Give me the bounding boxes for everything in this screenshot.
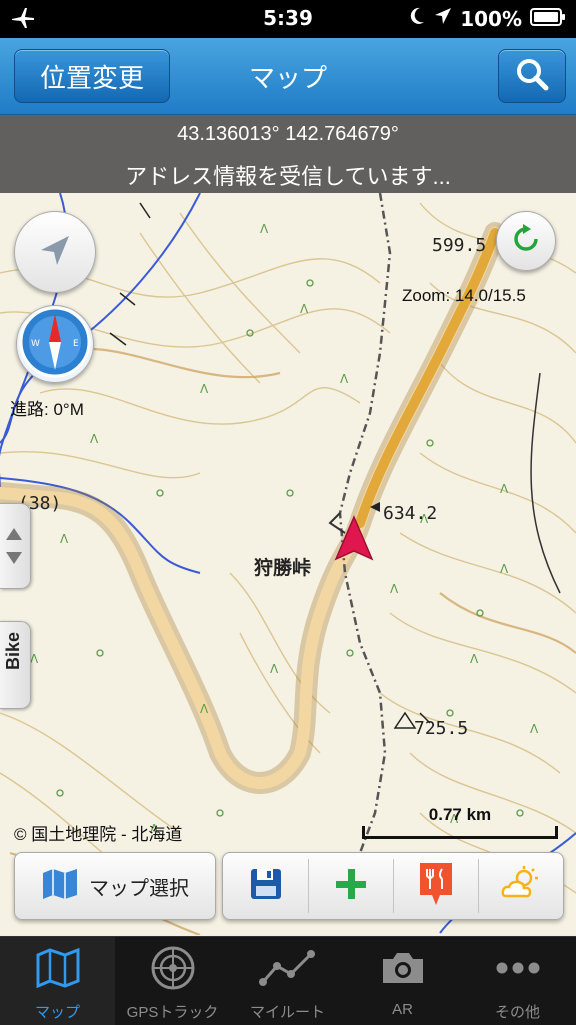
up-down-arrows-icon bbox=[4, 524, 24, 573]
svg-text:Λ: Λ bbox=[500, 482, 509, 496]
svg-text:Λ: Λ bbox=[340, 372, 349, 386]
coordinate-bar: 43.136013° 142.764679° アドレス情報を受信しています... bbox=[0, 115, 576, 193]
map-icon bbox=[35, 947, 81, 993]
compass-icon: W E bbox=[17, 304, 93, 385]
restaurant-pin-icon bbox=[416, 859, 456, 914]
svg-text:Λ: Λ bbox=[200, 702, 209, 716]
elevation-label: 725.5 bbox=[414, 718, 469, 739]
search-icon bbox=[514, 56, 550, 97]
moon-icon bbox=[408, 6, 426, 31]
tab-bar: マップ GPSトラック マイルート AR その他 bbox=[0, 936, 576, 1025]
plus-icon bbox=[333, 866, 369, 907]
svg-text:Λ: Λ bbox=[260, 222, 269, 236]
map-view[interactable]: ΛΛΛ ΛΛΛ ΛΛΛ ΛΛΛ ΛΛΛ ΛΛΛ 599.5 634.2 725.… bbox=[0, 193, 576, 935]
svg-text:Λ: Λ bbox=[470, 652, 479, 666]
svg-text:W: W bbox=[31, 339, 40, 349]
refresh-icon bbox=[509, 222, 543, 261]
current-position-marker bbox=[334, 515, 374, 568]
tab-gps-track-label: GPSトラック bbox=[126, 1004, 219, 1021]
page-title: マップ bbox=[248, 63, 327, 93]
elevation-label: 634.2 bbox=[383, 503, 438, 524]
tab-my-route-label: マイルート bbox=[249, 1004, 325, 1021]
more-icon bbox=[495, 961, 541, 980]
heading-readout: 進路: 0°M bbox=[10, 400, 84, 419]
navigation-bar: 位置変更 マップ bbox=[0, 38, 576, 115]
tab-map-label: マップ bbox=[34, 1004, 80, 1021]
bike-mode-tab[interactable]: Bike bbox=[0, 621, 31, 709]
action-toolbar bbox=[222, 852, 564, 920]
svg-text:Λ: Λ bbox=[300, 302, 309, 316]
restaurant-button[interactable] bbox=[393, 853, 478, 919]
layer-toggle-tab[interactable] bbox=[0, 503, 31, 589]
bike-mode-label: Bike bbox=[3, 632, 23, 671]
radar-icon bbox=[150, 945, 196, 996]
coordinates-text: 43.136013° 142.764679° bbox=[177, 123, 399, 145]
status-bar: 5:39 100% bbox=[0, 0, 576, 38]
address-status-text: アドレス情報を受信しています... bbox=[125, 164, 451, 189]
floppy-disk-icon bbox=[248, 866, 284, 907]
tab-map[interactable]: マップ bbox=[0, 937, 115, 1025]
svg-text:Λ: Λ bbox=[90, 432, 99, 446]
svg-text:E: E bbox=[73, 339, 79, 349]
tab-my-route[interactable]: マイルート bbox=[230, 937, 345, 1025]
map-select-label: マップ選択 bbox=[89, 877, 189, 900]
add-button[interactable] bbox=[308, 853, 393, 919]
place-name-label: 狩勝峠 bbox=[254, 557, 312, 579]
save-button[interactable] bbox=[223, 853, 308, 919]
svg-text:Λ: Λ bbox=[530, 722, 539, 736]
weather-button[interactable] bbox=[478, 853, 563, 919]
compass-button[interactable]: W E bbox=[16, 305, 94, 383]
svg-text:Λ: Λ bbox=[30, 652, 39, 666]
map-copyright: © 国土地理院 - 北海道 bbox=[14, 825, 183, 844]
tab-more-label: その他 bbox=[494, 1004, 540, 1021]
map-select-button[interactable]: マップ選択 bbox=[14, 852, 216, 920]
elevation-label: 599.5 bbox=[432, 235, 487, 256]
svg-text:Λ: Λ bbox=[60, 532, 69, 546]
camera-icon bbox=[380, 949, 426, 992]
location-arrow-icon bbox=[434, 6, 452, 31]
search-button[interactable] bbox=[498, 49, 566, 103]
route-icon bbox=[258, 948, 317, 993]
tab-gps-track[interactable]: GPSトラック bbox=[115, 937, 230, 1025]
svg-text:Λ: Λ bbox=[200, 382, 209, 396]
tab-more[interactable]: その他 bbox=[460, 937, 575, 1025]
battery-icon bbox=[530, 7, 566, 31]
scale-bar: 0.77 km bbox=[362, 805, 558, 841]
battery-percentage: 100% bbox=[460, 6, 522, 31]
svg-text:Λ: Λ bbox=[270, 662, 279, 676]
sun-cloud-icon bbox=[500, 865, 542, 907]
svg-text:Λ: Λ bbox=[500, 562, 509, 576]
refresh-button[interactable] bbox=[496, 211, 556, 271]
navigation-arrow-icon bbox=[35, 230, 75, 275]
zoom-readout: Zoom: 14.0/15.5 bbox=[402, 286, 526, 305]
scale-label: 0.77 km bbox=[428, 805, 492, 824]
svg-text:Λ: Λ bbox=[390, 582, 399, 596]
tab-ar[interactable]: AR bbox=[345, 937, 460, 1025]
tab-ar-label: AR bbox=[392, 1001, 413, 1018]
map-book-icon bbox=[41, 867, 79, 906]
locate-me-button[interactable] bbox=[14, 211, 96, 293]
